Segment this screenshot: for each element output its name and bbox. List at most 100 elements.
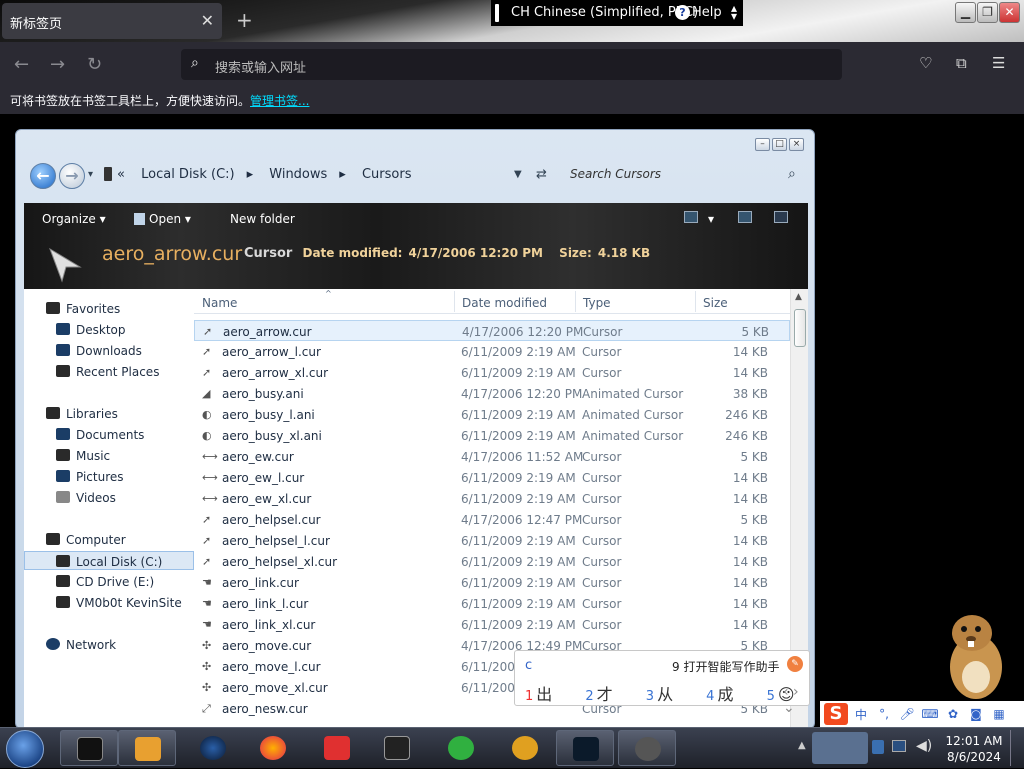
column-divider[interactable] bbox=[575, 291, 576, 312]
ime-candidate[interactable]: 3从 bbox=[646, 685, 687, 704]
taskbar-app[interactable] bbox=[368, 730, 426, 766]
breadcrumb[interactable]: « Local Disk (C:) ▸ Windows ▸ Cursors bbox=[107, 167, 423, 182]
breadcrumb-separator-icon[interactable]: ▸ bbox=[247, 167, 254, 182]
microphone-icon[interactable]: 🎤︎ bbox=[897, 707, 917, 721]
forward-arrow-icon[interactable]: → bbox=[50, 54, 65, 75]
new-folder-button[interactable]: New folder bbox=[230, 212, 295, 226]
gamepad-icon[interactable]: ◙ bbox=[966, 707, 986, 721]
taskbar-app[interactable] bbox=[432, 730, 490, 766]
taskbar-app[interactable] bbox=[618, 730, 676, 766]
ime-page-arrows-icon[interactable]: ‹ › ⌄ bbox=[783, 684, 809, 716]
nav-favorites[interactable]: Favorites bbox=[24, 299, 194, 318]
nav-music[interactable]: Music bbox=[24, 446, 194, 465]
volume-icon[interactable]: ◀) bbox=[916, 738, 932, 754]
breadcrumb-item[interactable]: Windows bbox=[269, 167, 327, 182]
taskbar-app[interactable] bbox=[308, 730, 366, 766]
taskbar-app[interactable] bbox=[184, 730, 242, 766]
file-row[interactable]: ⟷ aero_ew_l.cur 6/11/2009 2:19 AM Cursor 14 … bbox=[194, 467, 790, 488]
file-row[interactable]: ➚ aero_helpsel_l.cur 6/11/2009 2:19 AM Curs… bbox=[194, 530, 790, 551]
file-row[interactable]: ➚ aero_helpsel.cur 4/17/2006 12:47 PM Curso… bbox=[194, 509, 790, 530]
ime-assist[interactable]: 9 打开智能写作助手 bbox=[672, 658, 779, 675]
file-row[interactable]: ◐ aero_busy_l.ani 6/11/2009 2:19 AM Animate… bbox=[194, 404, 790, 425]
show-desktop-button[interactable] bbox=[1010, 730, 1022, 766]
forward-button[interactable]: → bbox=[59, 163, 85, 189]
organize-button[interactable]: Organize ▾ bbox=[42, 212, 106, 226]
manage-bookmarks-link[interactable]: 管理书签... bbox=[250, 92, 309, 109]
breadcrumb-item[interactable]: Local Disk (C:) bbox=[141, 167, 234, 182]
nav-pictures[interactable]: Pictures bbox=[24, 467, 194, 486]
nav-computer[interactable]: Computer bbox=[24, 530, 194, 549]
clock[interactable]: 12:01 AM 8/6/2024 bbox=[944, 733, 1004, 765]
sogou-logo-icon[interactable]: S bbox=[824, 703, 848, 725]
address-dropdown-icon[interactable]: ▼ bbox=[514, 169, 522, 180]
shield-icon[interactable] bbox=[872, 740, 884, 754]
url-bar[interactable]: ⌕ 搜索或输入网址 bbox=[181, 49, 842, 80]
file-row[interactable]: ⟷ aero_ew_xl.cur 6/11/2009 2:19 AM Cursor 14… bbox=[194, 488, 790, 509]
pocket-icon[interactable]: ♡ bbox=[919, 54, 932, 72]
network-status-icon[interactable] bbox=[892, 740, 906, 752]
tab-close-icon[interactable]: ✕ bbox=[201, 11, 214, 30]
file-row[interactable]: ➚ aero_arrow.cur 4/17/2006 12:20 PM Cursor 5… bbox=[194, 320, 790, 341]
keyboard-icon[interactable]: ⌨ bbox=[920, 707, 940, 721]
file-row[interactable]: ➚ aero_arrow_xl.cur 6/11/2009 2:19 AM Curso… bbox=[194, 362, 790, 383]
breadcrumb-item[interactable]: Cursors bbox=[362, 167, 412, 182]
maximize-button[interactable]: ❐ bbox=[977, 2, 998, 23]
taskbar-app[interactable] bbox=[118, 730, 176, 766]
view-options-icon[interactable]: ▾ bbox=[708, 212, 714, 226]
tray-ime-icon[interactable] bbox=[812, 732, 868, 764]
browser-tab[interactable]: 新标签页 ✕ bbox=[2, 3, 222, 39]
minimize-button[interactable]: ▁ bbox=[955, 2, 976, 23]
scroll-up-icon[interactable]: ▲ bbox=[795, 292, 802, 302]
file-row[interactable]: ◐ aero_busy_xl.ani 6/11/2009 2:19 AM Animat… bbox=[194, 425, 790, 446]
col-size[interactable]: Size bbox=[703, 296, 728, 310]
punctuation-icon[interactable]: °, bbox=[874, 707, 894, 721]
file-row[interactable]: ➚ aero_arrow_l.cur 6/11/2009 2:19 AM Cursor… bbox=[194, 341, 790, 362]
start-button-icon[interactable] bbox=[6, 730, 44, 768]
change-view-icon[interactable] bbox=[684, 211, 698, 223]
langbar-options-icon[interactable]: ▴ ▾ bbox=[731, 2, 737, 22]
taskbar-app[interactable] bbox=[556, 730, 614, 766]
taskbar-app[interactable] bbox=[244, 730, 302, 766]
open-button[interactable]: Open ▾ bbox=[134, 212, 191, 226]
input-language[interactable]: CH Chinese (Simplified, PRC) bbox=[511, 5, 698, 20]
help-book-icon[interactable] bbox=[774, 211, 788, 223]
col-name[interactable]: Name bbox=[202, 296, 237, 310]
close-button[interactable]: ✕ bbox=[999, 2, 1020, 23]
search-box[interactable]: Search Cursors bbox=[570, 167, 661, 181]
nav-network[interactable]: Network bbox=[24, 635, 194, 654]
search-magnifier-icon[interactable]: ⌕ bbox=[788, 166, 796, 182]
explorer-minimize-button[interactable]: – bbox=[755, 138, 770, 151]
nav-recent-places[interactable]: Recent Places bbox=[24, 362, 194, 381]
tray-expand-icon[interactable]: ▲ bbox=[798, 740, 806, 751]
nav-videos[interactable]: Videos bbox=[24, 488, 194, 507]
back-arrow-icon[interactable]: ← bbox=[14, 54, 29, 75]
nav-local-disk[interactable]: Local Disk (C:) bbox=[24, 551, 194, 570]
file-row[interactable]: ☚ aero_link.cur 6/11/2009 2:19 AM Cursor 14 … bbox=[194, 572, 790, 593]
breadcrumb-chevron-icon[interactable]: « bbox=[117, 167, 125, 182]
ime-candidate[interactable]: 4成 bbox=[706, 685, 747, 704]
nav-downloads[interactable]: Downloads bbox=[24, 341, 194, 360]
help-button[interactable]: ? Help bbox=[675, 5, 722, 20]
recent-pages-icon[interactable]: ▾ bbox=[88, 169, 93, 180]
refresh-icon[interactable]: ⇄ bbox=[536, 167, 547, 182]
file-row[interactable]: ☚ aero_link_l.cur 6/11/2009 2:19 AM Cursor 1… bbox=[194, 593, 790, 614]
file-row[interactable]: ◢ aero_busy.ani 4/17/2006 12:20 PM Animated… bbox=[194, 383, 790, 404]
col-date[interactable]: Date modified bbox=[462, 296, 547, 310]
nav-cd-drive[interactable]: CD Drive (E:) bbox=[24, 572, 194, 591]
nav-network-share[interactable]: VM0b0t KevinSite bbox=[24, 593, 194, 612]
nav-libraries[interactable]: Libraries bbox=[24, 404, 194, 423]
preview-pane-icon[interactable] bbox=[738, 211, 752, 223]
ime-candidate[interactable]: 1出 bbox=[525, 685, 566, 704]
column-divider[interactable] bbox=[454, 291, 455, 312]
scroll-thumb[interactable] bbox=[794, 309, 806, 347]
explorer-maximize-button[interactable]: □ bbox=[772, 138, 787, 151]
back-button[interactable]: ← bbox=[30, 163, 56, 189]
file-row[interactable]: ➚ aero_helpsel_xl.cur 6/11/2009 2:19 AM Cur… bbox=[194, 551, 790, 572]
file-row[interactable]: ☚ aero_link_xl.cur 6/11/2009 2:19 AM Cursor… bbox=[194, 614, 790, 635]
explorer-close-button[interactable]: × bbox=[789, 138, 804, 151]
skin-icon[interactable]: ✿ bbox=[943, 707, 963, 721]
nav-documents[interactable]: Documents bbox=[24, 425, 194, 444]
column-divider[interactable] bbox=[695, 291, 696, 312]
breadcrumb-separator-icon[interactable]: ▸ bbox=[339, 167, 346, 182]
menu-icon[interactable]: ☰ bbox=[992, 54, 1005, 72]
